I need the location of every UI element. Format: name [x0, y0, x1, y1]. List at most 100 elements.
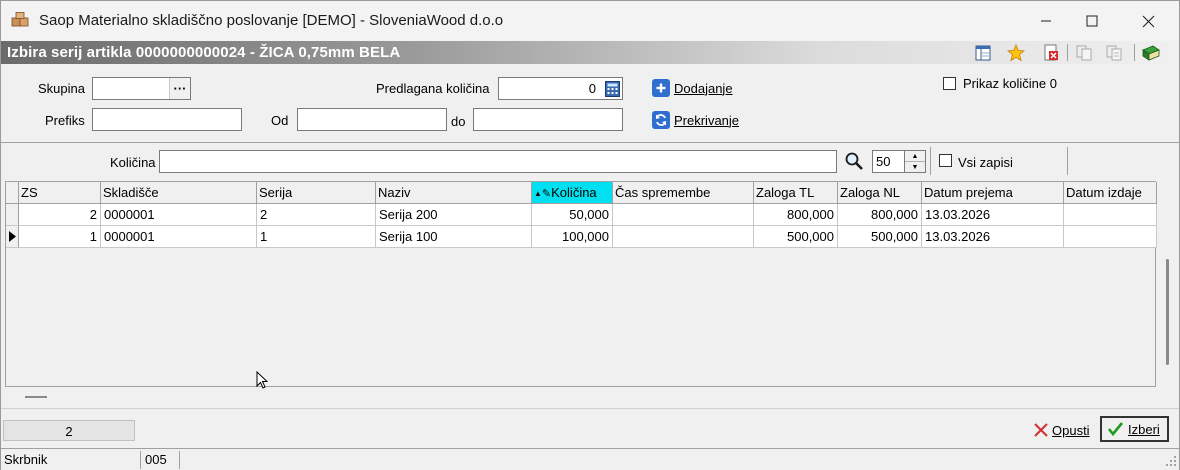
cell-zaloga-nl[interactable]: 500,000: [838, 226, 922, 248]
opusti-button[interactable]: Opusti: [1028, 417, 1095, 443]
cell-kolicina[interactable]: 50,000: [532, 204, 613, 226]
status-code: 005: [142, 451, 180, 469]
copy-icon: [1076, 45, 1092, 61]
delete-record-button[interactable]: [1041, 43, 1061, 63]
prikaz-kolicine-label: Prikaz količine 0: [963, 76, 1057, 91]
cell-kolicina[interactable]: 100,000: [532, 226, 613, 248]
cell-zaloga-tl[interactable]: 800,000: [754, 204, 838, 226]
cell-zs[interactable]: 2: [19, 204, 101, 226]
cell-datum-prejema[interactable]: 13.03.2026: [922, 226, 1064, 248]
cancel-x-icon: [1034, 423, 1048, 437]
column-header-zaloga-nl[interactable]: Zaloga NL: [838, 182, 922, 204]
row-indicator-header: [6, 182, 19, 204]
od-label: Od: [271, 113, 289, 128]
current-row-arrow-icon: [8, 231, 16, 242]
cell-serija[interactable]: 1: [257, 226, 376, 248]
paste-icon: [1106, 45, 1122, 61]
record-limit-input[interactable]: [872, 150, 906, 173]
dodajanje-label: Dodajanje: [674, 80, 733, 96]
column-header-serija[interactable]: Serija: [257, 182, 376, 204]
row-indicator: [6, 204, 19, 226]
column-header-kolicina-label: Količina: [551, 185, 597, 200]
minimize-icon: [1041, 20, 1051, 22]
column-header-zaloga-tl[interactable]: Zaloga TL: [754, 182, 838, 204]
series-grid[interactable]: ZS Skladišče Serija Naziv ▲✎Količina Čas…: [5, 181, 1157, 387]
column-header-naziv[interactable]: Naziv: [376, 182, 532, 204]
book-help-button[interactable]: [1141, 43, 1161, 63]
search-button[interactable]: [844, 151, 864, 171]
prefiks-input[interactable]: [92, 108, 242, 131]
table-row[interactable]: 2 0000001 2 Serija 200 50,000 800,000 80…: [6, 204, 1157, 226]
app-boxes-icon: [11, 12, 29, 28]
cell-skladisce[interactable]: 0000001: [101, 204, 257, 226]
app-window: Saop Materialno skladiščno poslovanje [D…: [0, 0, 1180, 470]
cell-serija[interactable]: 2: [257, 204, 376, 226]
cell-datum-izdaje[interactable]: [1064, 204, 1157, 226]
cell-zaloga-tl[interactable]: 500,000: [754, 226, 838, 248]
close-button[interactable]: [1125, 1, 1171, 41]
star-icon: [1007, 44, 1025, 62]
favorite-button[interactable]: [1006, 43, 1026, 63]
prekrivanje-label: Prekrivanje: [674, 112, 740, 128]
column-header-cas-spremembe[interactable]: Čas spremembe: [613, 182, 754, 204]
prikaz-kolicine-checkbox[interactable]: [943, 77, 956, 90]
cell-naziv[interactable]: Serija 100: [376, 226, 532, 248]
column-header-datum-prejema[interactable]: Datum prejema: [922, 182, 1064, 204]
column-header-kolicina[interactable]: ▲✎Količina: [532, 182, 613, 204]
record-count: 2: [3, 420, 135, 441]
kolicina-search-label: Količina: [110, 155, 156, 170]
cell-cas-spremembe[interactable]: [613, 204, 754, 226]
column-header-skladisce[interactable]: Skladišče: [101, 182, 257, 204]
status-user: Skrbnik: [1, 451, 141, 469]
bottom-divider: [1, 408, 1179, 409]
column-header-datum-izdaje[interactable]: Datum izdaje: [1064, 182, 1157, 204]
title-bar: Saop Materialno skladiščno poslovanje [D…: [1, 1, 1179, 41]
mouse-cursor-icon: [256, 371, 268, 389]
search-icon: [845, 152, 863, 170]
vsi-zapisi-checkbox[interactable]: [939, 154, 952, 167]
horizontal-scroll-thumb[interactable]: [25, 396, 47, 398]
delete-document-icon: [1044, 44, 1058, 61]
checkmark-icon: [1107, 422, 1124, 437]
form-header: Izbira serij artikla 0000000000024 - ŽIC…: [1, 41, 1179, 64]
spin-up-icon[interactable]: ▲: [905, 151, 925, 162]
layout-button[interactable]: [973, 43, 993, 63]
spin-down-icon[interactable]: ▼: [905, 162, 925, 173]
skupina-lookup-button[interactable]: ···: [169, 78, 190, 99]
vertical-scroll-thumb[interactable]: [1166, 259, 1169, 365]
prekrivanje-button[interactable]: Prekrivanje: [652, 111, 739, 129]
do-input[interactable]: [473, 108, 623, 131]
toolbar-separator: [1067, 44, 1068, 61]
maximize-icon: [1086, 15, 1098, 27]
cell-skladisce[interactable]: 0000001: [101, 226, 257, 248]
do-label: do: [451, 114, 466, 129]
kolicina-search-input[interactable]: [159, 150, 837, 173]
cell-datum-prejema[interactable]: 13.03.2026: [922, 204, 1064, 226]
predlagana-kolicina-label: Predlagana količina: [376, 81, 490, 96]
paste-button[interactable]: [1104, 43, 1124, 63]
cell-datum-izdaje[interactable]: [1064, 226, 1157, 248]
maximize-button[interactable]: [1069, 1, 1115, 41]
izberi-button[interactable]: Izberi: [1100, 416, 1169, 442]
opusti-label: Opusti: [1052, 422, 1090, 438]
column-header-zs[interactable]: ZS: [19, 182, 101, 204]
sort-ascending-icon: ▲: [534, 189, 542, 198]
cell-zs[interactable]: 1: [19, 226, 101, 248]
window-title: Saop Materialno skladiščno poslovanje [D…: [39, 12, 504, 29]
vsi-zapisi-label: Vsi zapisi: [958, 155, 1013, 170]
columns-layout-icon: [975, 45, 991, 61]
table-row[interactable]: 1 0000001 1 Serija 100 100,000 500,000 5…: [6, 226, 1157, 248]
record-limit-spinner[interactable]: ▲ ▼: [904, 150, 926, 173]
minimize-button[interactable]: [1023, 1, 1069, 41]
cell-zaloga-nl[interactable]: 800,000: [838, 204, 922, 226]
od-input[interactable]: [297, 108, 447, 131]
dodajanje-button[interactable]: Dodajanje: [652, 79, 733, 97]
vertical-scrollbar[interactable]: [1160, 181, 1177, 387]
resize-grip-icon[interactable]: [1165, 455, 1177, 467]
divider: [930, 147, 931, 175]
copy-button[interactable]: [1074, 43, 1094, 63]
cell-naziv[interactable]: Serija 200: [376, 204, 532, 226]
grid-header: ZS Skladišče Serija Naziv ▲✎Količina Čas…: [6, 182, 1157, 204]
cell-cas-spremembe[interactable]: [613, 226, 754, 248]
calculator-button[interactable]: [603, 79, 621, 98]
